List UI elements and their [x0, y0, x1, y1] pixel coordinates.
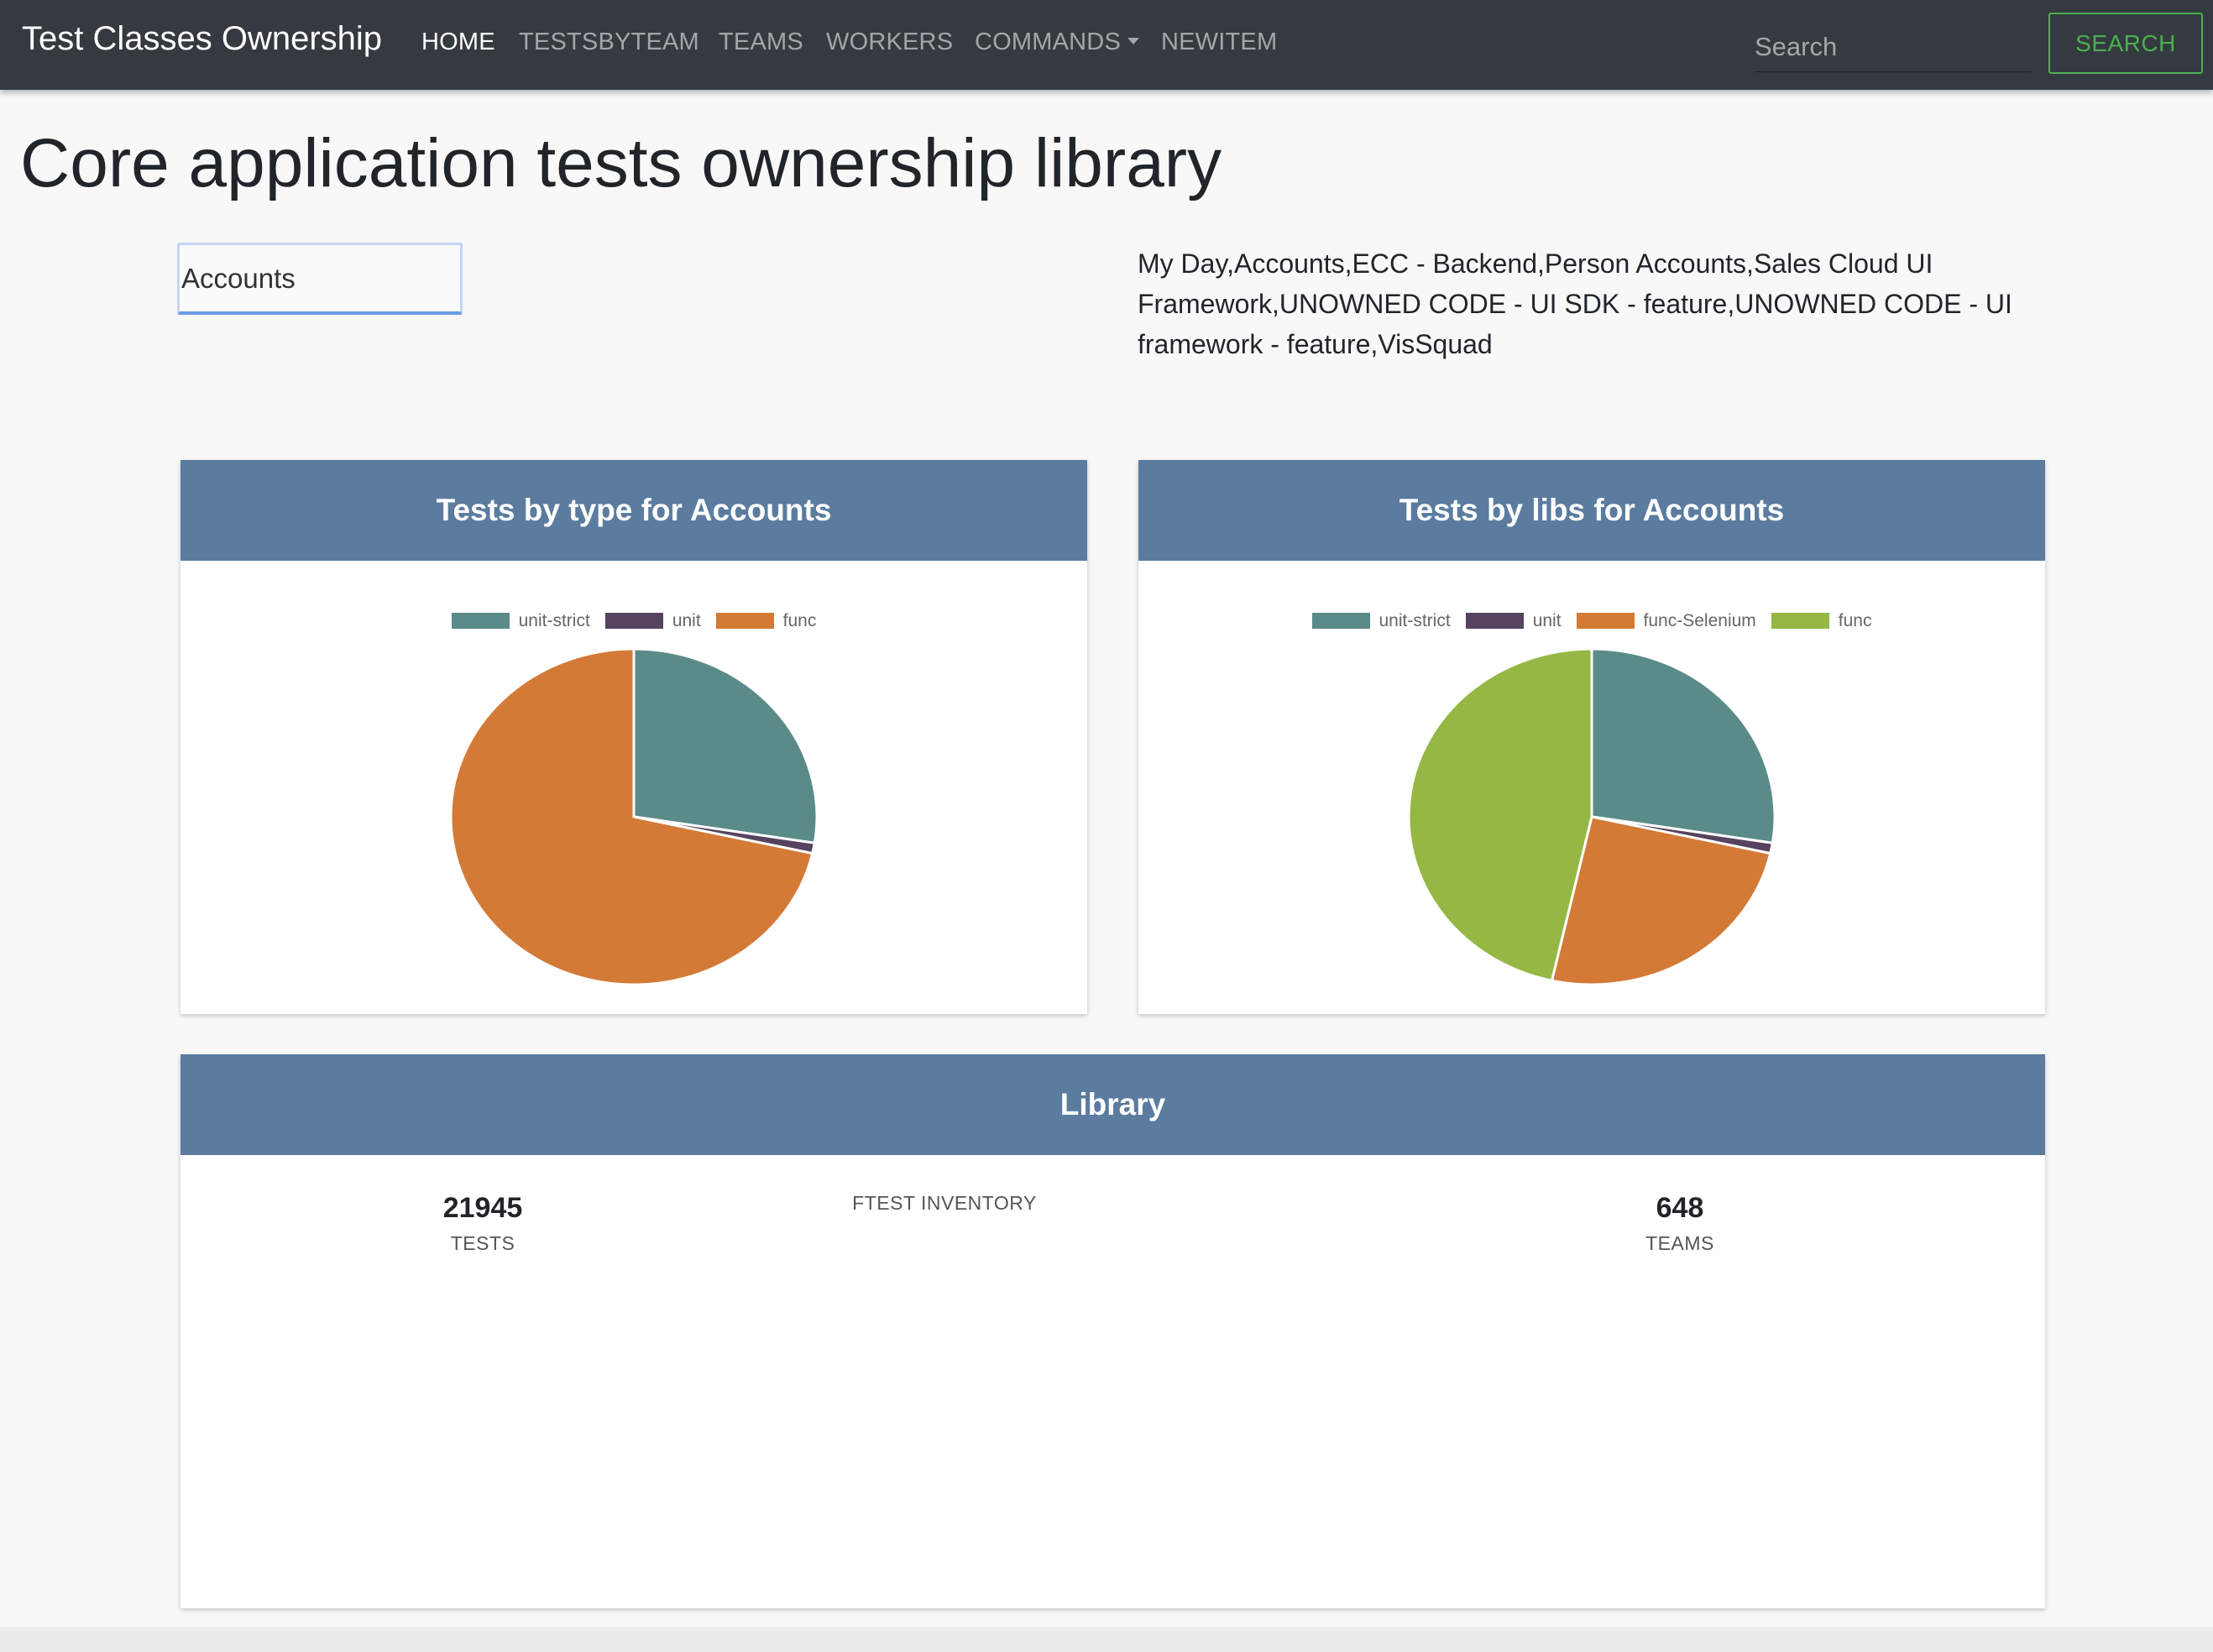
chevron-down-icon	[1127, 38, 1139, 44]
legend-swatch	[715, 613, 774, 629]
nav-workers[interactable]: WORKERS	[826, 29, 953, 56]
search-input[interactable]	[1755, 22, 2032, 72]
legend-label: func	[1838, 611, 1872, 630]
teams-count: 648	[1656, 1192, 1704, 1224]
legend-label: func-Selenium	[1643, 611, 1756, 630]
legend-item-unit-strict[interactable]: unit-strict	[451, 611, 590, 631]
legend-item-unit[interactable]: unit	[1465, 611, 1562, 631]
nav-testsbyteam[interactable]: TESTSBYTEAM	[519, 29, 699, 56]
nav-teams[interactable]: TEAMS	[719, 29, 803, 56]
nav-commands-dropdown[interactable]: COMMANDS	[975, 29, 1139, 56]
library-card: Library 21945 TESTS FTEST INVENTORY 648 …	[180, 1054, 2045, 1608]
tests-by-type-title: Tests by type for Accounts	[180, 460, 1087, 561]
tests-by-libs-legend: unit-strict unit func-Selenium func	[1138, 611, 2045, 631]
page-title: Core application tests ownership library	[20, 125, 1222, 201]
teams-label: TEAMS	[1645, 1232, 1714, 1254]
legend-label: unit	[1532, 611, 1562, 630]
tests-by-libs-title: Tests by libs for Accounts	[1138, 460, 2045, 561]
legend-swatch	[451, 613, 510, 629]
legend-swatch	[1465, 613, 1524, 629]
top-navbar: Test Classes Ownership HOME TESTSBYTEAM …	[0, 0, 2213, 90]
ftest-inventory-label: FTEST INVENTORY	[852, 1192, 1037, 1214]
tests-label: TESTS	[450, 1232, 515, 1254]
pie-slice-unit-strict[interactable]	[632, 647, 819, 844]
team-input[interactable]	[177, 243, 463, 315]
tests-by-type-pie	[449, 647, 819, 986]
page-footer-strip	[0, 1627, 2213, 1652]
legend-item-unit-strict[interactable]: unit-strict	[1311, 611, 1451, 631]
legend-item-func-selenium[interactable]: func-Selenium	[1576, 611, 1756, 631]
brand-title[interactable]: Test Classes Ownership	[22, 20, 382, 58]
legend-swatch	[604, 613, 663, 629]
pie-slice-unit-strict[interactable]	[1590, 647, 1776, 844]
legend-swatch	[1311, 613, 1370, 629]
tests-by-libs-chart: unit-strict unit func-Selenium func	[1138, 561, 2045, 1014]
tests-count: 21945	[442, 1192, 523, 1224]
legend-item-unit[interactable]: unit	[604, 611, 701, 631]
legend-swatch	[1771, 613, 1829, 629]
tests-by-libs-pie	[1407, 647, 1776, 986]
tests-by-type-legend: unit-strict unit func	[180, 611, 1087, 631]
pie-slice-func[interactable]	[1407, 647, 1593, 982]
team-list-text: My Day,Accounts,ECC - Backend,Person Acc…	[1138, 248, 2012, 359]
tests-by-type-chart: unit-strict unit func	[180, 561, 1087, 1014]
legend-label: unit-strict	[1379, 611, 1451, 630]
nav-home[interactable]: HOME	[421, 29, 495, 56]
tests-by-type-card: Tests by type for Accounts unit-strict un…	[180, 460, 1087, 1014]
search-button[interactable]: SEARCH	[2048, 13, 2203, 74]
library-title: Library	[180, 1054, 2045, 1155]
nav-commands-label: COMMANDS	[975, 29, 1121, 55]
legend-label: unit-strict	[518, 611, 590, 630]
legend-item-func[interactable]: func	[715, 611, 817, 631]
legend-label: unit	[672, 611, 701, 630]
legend-item-func[interactable]: func	[1771, 611, 1872, 631]
legend-label: func	[782, 611, 817, 630]
tests-by-libs-card: Tests by libs for Accounts unit-strict un…	[1138, 460, 2045, 1014]
nav-newitem[interactable]: NEWITEM	[1161, 29, 1277, 56]
legend-swatch	[1576, 613, 1635, 629]
